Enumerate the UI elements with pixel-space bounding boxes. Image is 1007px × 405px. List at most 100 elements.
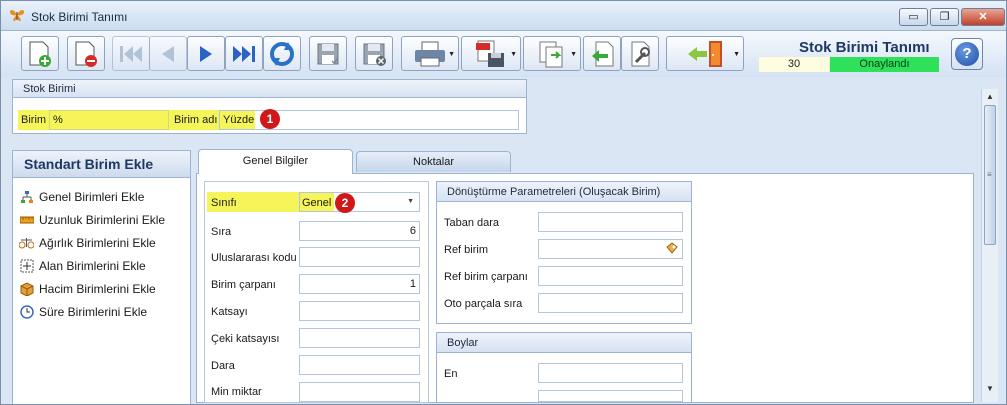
export-pdf-icon (476, 40, 504, 67)
title-bar: Stok Birimi Tanımı ▭ ❐ ✕ (1, 1, 1006, 31)
cancel-button[interactable] (355, 36, 393, 71)
tab-noktalar[interactable]: Noktalar (356, 151, 511, 172)
stok-birimi-group-title: Stok Birimi (13, 80, 526, 98)
first-record-icon (120, 45, 142, 62)
minimize-icon: ▭ (908, 11, 919, 23)
ceki-label: Çeki katsayısı (211, 333, 280, 345)
boy-input[interactable] (538, 390, 683, 402)
callout-badge-2: 2 (335, 193, 355, 213)
help-button[interactable]: ? (951, 38, 983, 70)
application-window: Stok Birimi Tanımı ▭ ❐ ✕ ▼ ▼ ▼ ▼ Stok Bi… (0, 0, 1007, 405)
tools-icon (631, 41, 650, 66)
copy-document-icon (539, 41, 563, 67)
minimize-button[interactable]: ▭ (899, 8, 928, 26)
en-label: En (444, 368, 458, 380)
vertical-scrollbar[interactable]: ▲ ≡ ▼ (981, 89, 998, 402)
tools-button[interactable] (621, 36, 659, 71)
dara-label: Dara (211, 360, 235, 372)
previous-record-button[interactable] (149, 36, 187, 71)
save-icon (317, 43, 339, 64)
sidebar-item-label: Genel Birimleri Ekle (39, 190, 145, 204)
first-record-button[interactable] (112, 36, 150, 71)
sidebar-item-agirlik[interactable]: Ağırlık Birimlerini Ekle (19, 234, 156, 252)
new-record-button[interactable] (21, 36, 59, 71)
chevron-down-icon: ▼ (448, 51, 455, 58)
carpan-input[interactable]: 1 (299, 274, 420, 294)
next-record-button[interactable] (187, 36, 225, 71)
carpan-label: Birim çarpanı (211, 279, 276, 291)
weights-icon (19, 236, 34, 251)
katsayi-input[interactable] (299, 301, 420, 321)
sidebar-item-sure[interactable]: Süre Birimlerini Ekle (19, 303, 147, 321)
close-button[interactable]: ✕ (961, 8, 1005, 26)
sidebar-item-label: Alan Birimlerini Ekle (39, 259, 146, 273)
ruler-icon (19, 213, 34, 228)
sidebar-item-genel[interactable]: Genel Birimleri Ekle (19, 188, 144, 206)
taban-dara-label: Taban dara (444, 217, 500, 229)
grip-icon: ≡ (987, 170, 992, 179)
sira-input[interactable]: 6 (299, 221, 420, 241)
help-icon: ? (955, 42, 979, 66)
save-button[interactable] (309, 36, 347, 71)
chevron-down-icon: ▼ (407, 198, 414, 205)
ref-carpan-input[interactable] (538, 266, 683, 286)
en-input[interactable] (538, 363, 683, 383)
form-title: Stok Birimi Tanımı (799, 39, 930, 56)
exit-button[interactable]: ▼ (666, 36, 744, 71)
export-pdf-button[interactable]: ▼ (461, 36, 521, 71)
tab-label: Noktalar (413, 156, 454, 168)
lookup-icon[interactable] (665, 241, 679, 261)
sidebar-item-alan[interactable]: Alan Birimlerini Ekle (19, 257, 146, 275)
scroll-thumb[interactable]: ≡ (984, 105, 996, 245)
print-button[interactable]: ▼ (401, 36, 459, 71)
close-icon: ✕ (978, 11, 988, 23)
chevron-down-icon: ▼ (510, 51, 517, 58)
tab-label: Genel Bilgiler (242, 155, 309, 167)
oto-parcala-input[interactable] (538, 293, 683, 313)
sidebar-item-hacim[interactable]: Hacim Birimlerini Ekle (19, 280, 156, 298)
dara-input[interactable] (299, 355, 420, 375)
scroll-up-icon[interactable]: ▲ (982, 90, 998, 104)
donusturme-title: Dönüştürme Parametreleri (Oluşacak Birim… (437, 182, 691, 202)
delete-record-button[interactable] (67, 36, 105, 71)
record-number: 30 (759, 57, 829, 72)
back-icon (592, 41, 614, 66)
katsayi-label: Katsayı (211, 306, 248, 318)
ceki-input[interactable] (299, 328, 420, 348)
exit-icon (688, 40, 722, 67)
sinifi-value: Genel (302, 197, 332, 209)
callout-badge-1: 1 (260, 109, 280, 129)
birim-adi-value: Yüzde (223, 114, 255, 126)
ref-birim-label: Ref birim (444, 244, 489, 256)
sitemap-icon (19, 190, 34, 205)
uluslararasi-input[interactable] (299, 247, 420, 267)
sidebar-item-label: Uzunluk Birimlerini Ekle (39, 213, 166, 227)
taban-dara-input[interactable] (538, 212, 683, 232)
refresh-icon (270, 41, 294, 66)
sidebar-item-label: Süre Birimlerini Ekle (39, 305, 148, 319)
status-badge: Onaylandı (830, 57, 939, 72)
sidebar-item-label: Ağırlık Birimlerini Ekle (39, 236, 156, 250)
sinifi-label: Sınıfı (211, 197, 237, 209)
chevron-down-icon: ▼ (570, 51, 577, 58)
min-miktar-input[interactable] (299, 382, 420, 402)
birim-input[interactable]: % (49, 110, 169, 130)
oto-parcala-label: Oto parçala sıra (444, 298, 523, 310)
back-button[interactable] (583, 36, 621, 71)
ref-birim-input[interactable] (538, 239, 683, 259)
tab-genel-bilgiler[interactable]: Genel Bilgiler (198, 149, 353, 174)
refresh-button[interactable] (263, 36, 301, 71)
sidebar-item-label: Hacim Birimlerini Ekle (39, 282, 156, 296)
window-title: Stok Birimi Tanımı (31, 10, 128, 24)
last-record-button[interactable] (225, 36, 263, 71)
min-miktar-label: Min miktar (211, 386, 262, 398)
sidebar-item-uzunluk[interactable]: Uzunluk Birimlerini Ekle (19, 211, 165, 229)
birim-label: Birim (21, 114, 47, 126)
cancel-icon (363, 43, 386, 66)
copy-document-button[interactable]: ▼ (523, 36, 581, 71)
chevron-down-icon: ▼ (733, 51, 740, 58)
scroll-down-icon[interactable]: ▼ (982, 382, 998, 396)
new-record-icon (29, 41, 51, 67)
maximize-button[interactable]: ❐ (930, 8, 959, 26)
standart-birim-title: Standart Birim Ekle (13, 151, 190, 178)
